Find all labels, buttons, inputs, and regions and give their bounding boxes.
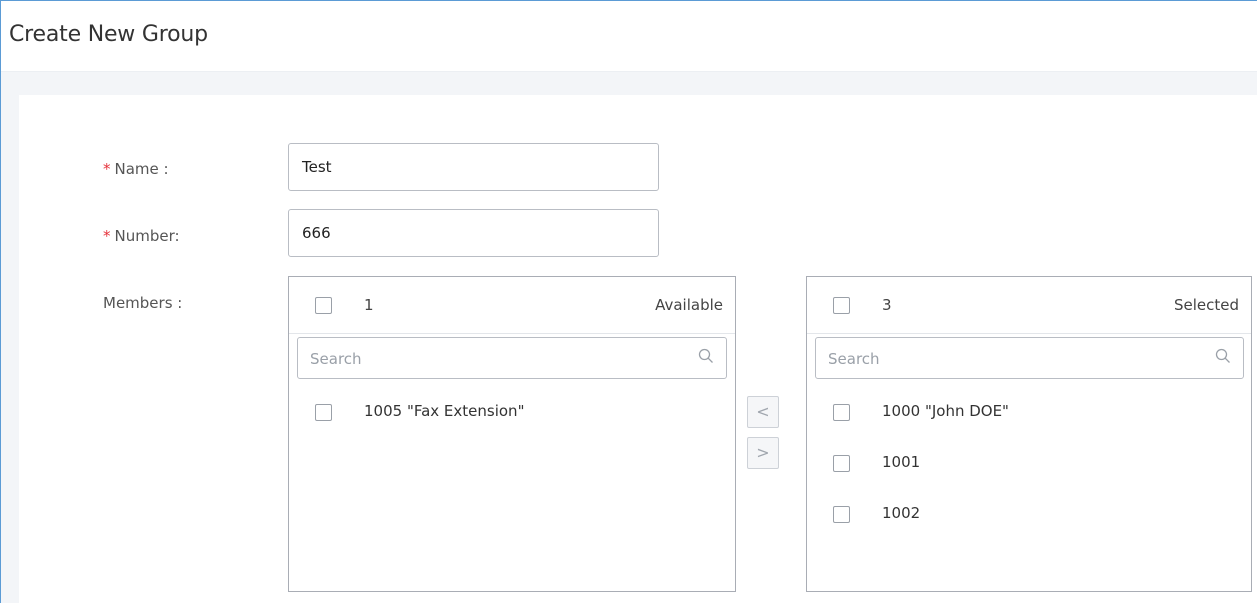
members-label: Members : [103, 294, 183, 312]
item-checkbox[interactable] [833, 455, 850, 472]
selected-select-all-checkbox[interactable] [833, 297, 850, 314]
search-icon [698, 348, 713, 363]
name-input[interactable]: Test [288, 143, 659, 191]
required-marker: * [103, 227, 111, 245]
number-input[interactable]: 666 [288, 209, 659, 257]
list-item[interactable]: 1002 [807, 495, 1251, 535]
move-right-button[interactable]: > [747, 437, 779, 469]
selected-search-placeholder: Search [828, 350, 880, 368]
list-item-label: 1002 [882, 504, 921, 522]
item-checkbox[interactable] [833, 506, 850, 523]
number-label: * Number: [103, 227, 180, 245]
item-checkbox[interactable] [833, 404, 850, 421]
name-label-text: Name : [114, 160, 169, 178]
selected-search-input[interactable]: Search [815, 337, 1244, 379]
page-title: Create New Group [9, 22, 208, 47]
available-select-all-checkbox[interactable] [315, 297, 332, 314]
name-label: * Name : [103, 160, 169, 178]
selected-count: 3 [882, 296, 892, 314]
selected-title: Selected [1173, 296, 1239, 314]
available-count: 1 [364, 296, 374, 314]
required-marker: * [103, 160, 111, 178]
selected-list-header: 3 Selected [807, 277, 1251, 334]
selected-list: 3 Selected Search 1000 "John DOE" 1001 1… [806, 276, 1252, 592]
list-item-label: 1000 "John DOE" [882, 402, 1009, 420]
dialog-header: Create New Group [1, 1, 1257, 72]
list-item[interactable]: 1001 [807, 444, 1251, 484]
available-list: 1 Available Search 1005 "Fax Extension" [288, 276, 736, 592]
item-checkbox[interactable] [315, 404, 332, 421]
list-item-label: 1005 "Fax Extension" [364, 402, 525, 420]
list-item[interactable]: 1000 "John DOE" [807, 393, 1251, 433]
available-title: Available [655, 296, 723, 314]
number-label-text: Number: [114, 227, 180, 245]
search-icon [1215, 348, 1230, 363]
list-item-label: 1001 [882, 453, 921, 471]
move-left-button[interactable]: < [747, 396, 779, 428]
available-search-placeholder: Search [310, 350, 362, 368]
list-item[interactable]: 1005 "Fax Extension" [289, 393, 735, 433]
available-list-header: 1 Available [289, 277, 735, 334]
available-search-input[interactable]: Search [297, 337, 727, 379]
